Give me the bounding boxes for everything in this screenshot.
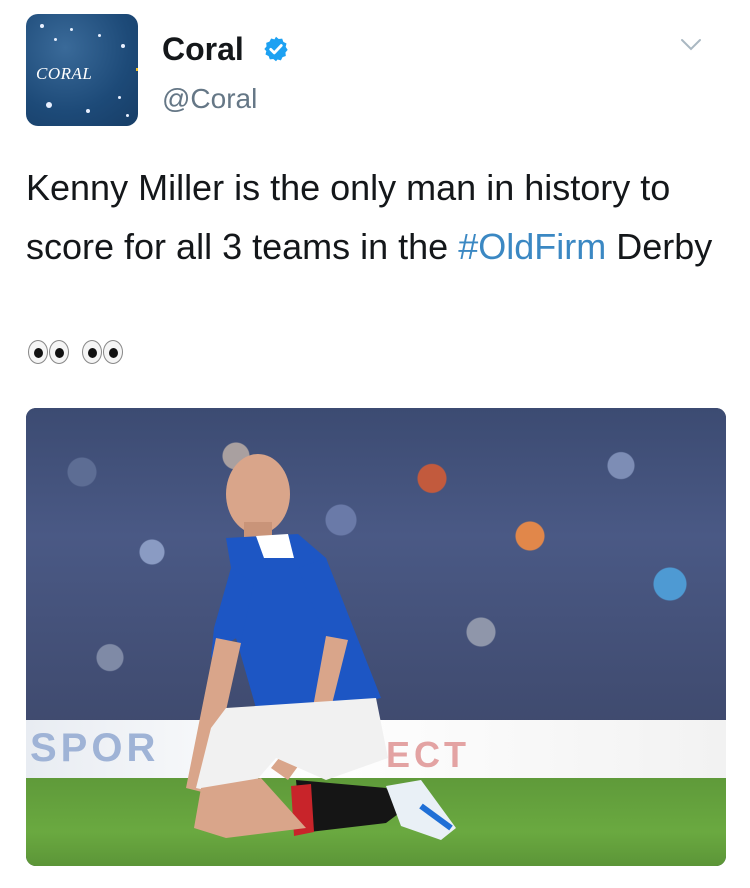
photo-player: [186, 454, 456, 840]
emoji-row: [26, 334, 134, 366]
handle[interactable]: @Coral: [162, 82, 257, 116]
hashtag-link[interactable]: #OldFirm: [458, 226, 606, 267]
eyes-emoji: [80, 334, 124, 364]
avatar[interactable]: CORAL: [26, 14, 138, 126]
tweet-photo[interactable]: SPOR ECT: [26, 408, 726, 866]
avatar-logo-mark: [136, 68, 138, 71]
tweet-card: CORAL Coral @Coral Kenny Miller is the o…: [0, 0, 750, 888]
display-name[interactable]: Coral: [162, 30, 244, 68]
avatar-logo-text: CORAL: [36, 64, 93, 83]
verified-badge-icon: [264, 36, 288, 62]
chevron-down-icon[interactable]: [680, 38, 702, 52]
eyes-emoji: [26, 334, 70, 364]
tweet-text: Kenny Miller is the only man in history …: [26, 158, 726, 276]
tweet-text-part2: Derby: [606, 226, 713, 267]
